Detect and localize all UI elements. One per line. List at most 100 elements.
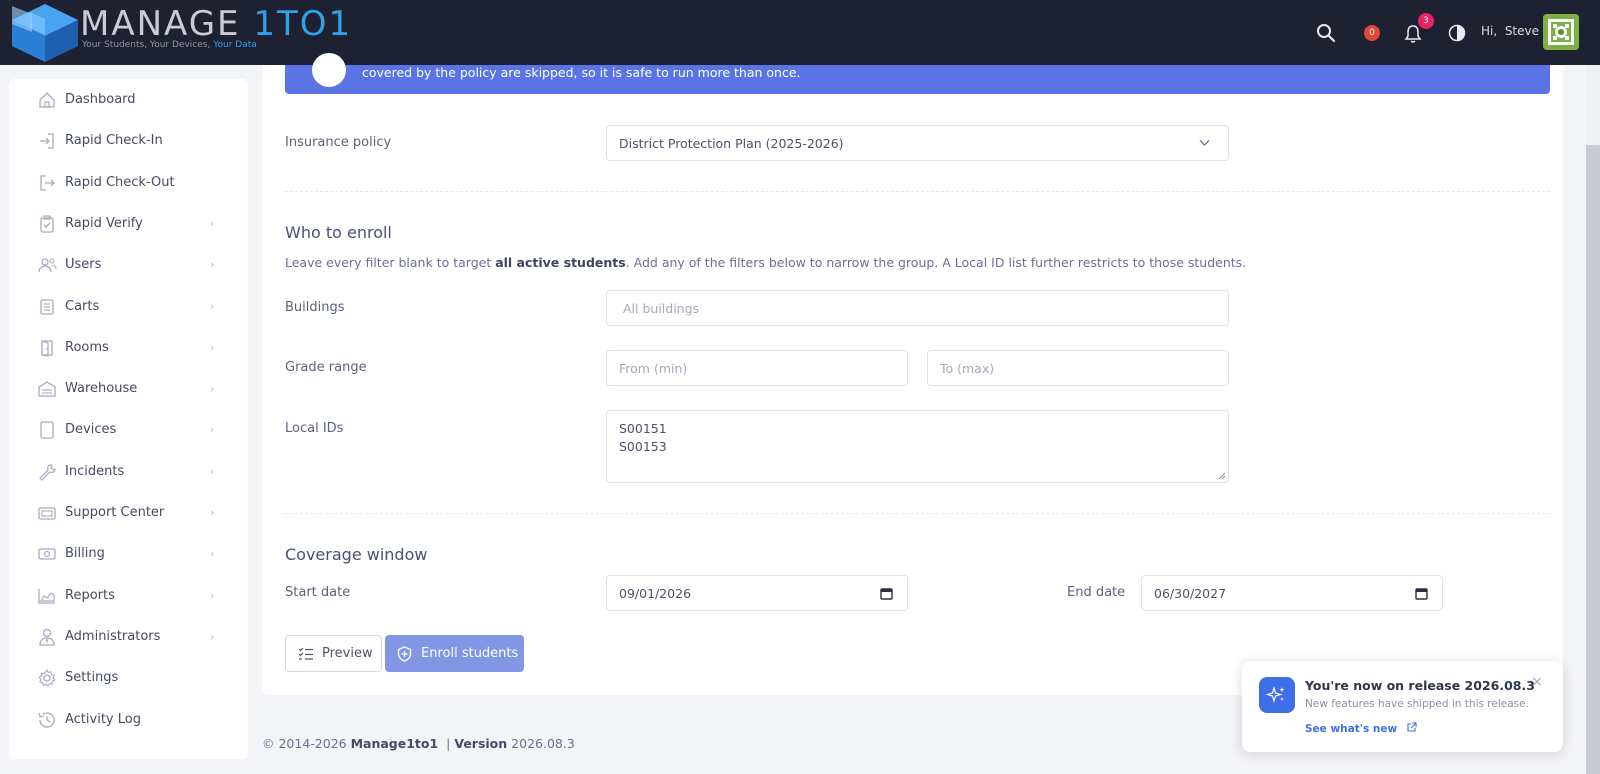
coverage-window-title: Coverage window [285, 545, 428, 564]
wrench-icon [39, 464, 56, 481]
door-icon [41, 340, 53, 357]
sidebar-item-settings[interactable]: Settings [9, 658, 248, 698]
sidebar-item-label: Rapid Verify [65, 215, 143, 231]
clipboard-check-icon [40, 215, 54, 233]
chevron-right-icon: › [210, 547, 215, 561]
grade-max-input[interactable]: To (max) [927, 350, 1229, 386]
sidebar-item-rapid-check-out[interactable]: Rapid Check-Out [9, 163, 248, 203]
start-date-label: Start date [285, 585, 351, 600]
avatar[interactable] [1543, 14, 1579, 50]
footer: © 2014-2026 Manage1to1 | Version 2026.08… [262, 736, 575, 751]
grade-min-placeholder: From (min) [619, 360, 688, 376]
buildings-placeholder: All buildings [623, 300, 700, 316]
see-whats-new-label: See what's new [1305, 723, 1398, 735]
user-tie-icon [39, 628, 55, 646]
logo[interactable]: MANAGE 1TO1 Your Students, Your Devices,… [10, 2, 350, 62]
sidebar-item-users[interactable]: Users › [9, 245, 248, 285]
grade-min-input[interactable]: From (min) [606, 350, 908, 386]
sidebar-item-rapid-check-in[interactable]: Rapid Check-In [9, 121, 248, 161]
tagline-main: Your Students, Your Devices, [82, 40, 214, 50]
sidebar-item-warehouse[interactable]: Warehouse › [9, 369, 248, 409]
brand-name: MANAGE 1TO1 [80, 4, 352, 44]
local-ids-textarea[interactable]: S00151 S00153 [606, 410, 1229, 483]
sidebar-item-label: Devices [65, 422, 117, 438]
sidebar-item-label: Rooms [65, 339, 109, 355]
insurance-policy-label: Insurance policy [285, 135, 392, 150]
sidebar-item-label: Users [65, 257, 102, 273]
theme-toggle-icon[interactable] [1448, 24, 1466, 42]
sidebar-item-support-center[interactable]: Support Center › [9, 493, 248, 533]
footer-company[interactable]: Manage1to1 [351, 736, 439, 751]
top-navbar: MANAGE 1TO1 Your Students, Your Devices,… [0, 0, 1600, 65]
release-toast: You're now on release 2026.08.3 New feat… [1242, 661, 1563, 752]
tagline-accent: Your Data [213, 40, 257, 50]
end-date-input[interactable]: 06/30/2027 [1141, 575, 1443, 611]
chevron-down-icon [1199, 140, 1210, 146]
chevron-right-icon: › [210, 299, 215, 313]
buildings-input[interactable]: All buildings [606, 290, 1229, 326]
bell-icon[interactable] [1404, 24, 1422, 44]
who-to-enroll-title: Who to enroll [285, 223, 392, 242]
sidebar-item-label: Incidents [65, 463, 125, 479]
grade-max-placeholder: To (max) [940, 360, 995, 376]
insurance-policy-select[interactable]: District Protection Plan (2025-2026) [606, 125, 1229, 161]
sidebar-item-activity-log[interactable]: Activity Log [9, 700, 248, 740]
greeting-prefix: Hi, [1481, 24, 1498, 38]
sidebar-item-carts[interactable]: Carts › [9, 287, 248, 327]
start-date-input[interactable]: 09/01/2026 [606, 575, 908, 611]
close-icon[interactable]: × [1531, 674, 1543, 690]
enroll-students-button[interactable]: Enroll students [385, 635, 524, 672]
buildings-label: Buildings [285, 300, 345, 315]
user-greeting[interactable]: Hi, Steve [1481, 24, 1539, 38]
sidebar-item-rooms[interactable]: Rooms › [9, 328, 248, 368]
sidebar-item-incidents[interactable]: Incidents › [9, 452, 248, 492]
footer-separator: | [438, 736, 455, 751]
sidebar-item-label: Billing [65, 546, 105, 562]
external-link-icon [1407, 722, 1417, 732]
sidebar-item-dashboard[interactable]: Dashboard [9, 80, 248, 120]
see-whats-new-link[interactable]: See what's new [1305, 722, 1417, 735]
chevron-right-icon: › [210, 258, 215, 272]
sidebar-item-rapid-verify[interactable]: Rapid Verify › [9, 204, 248, 244]
sidebar-item-administrators[interactable]: Administrators › [9, 617, 248, 657]
warehouse-icon [38, 381, 56, 397]
sidebar-item-label: Administrators [65, 628, 161, 644]
section-divider [285, 513, 1550, 514]
sidebar-item-label: Carts [65, 298, 100, 314]
sidebar-item-label: Settings [65, 670, 119, 686]
info-banner: covered by the policy are skipped, so it… [285, 53, 1550, 94]
chevron-right-icon: › [210, 464, 215, 478]
toast-subtitle: New features have shipped in this releas… [1305, 698, 1529, 710]
sidebar-item-reports[interactable]: Reports › [9, 576, 248, 616]
sidebar-item-label: Warehouse [65, 381, 138, 397]
preview-label: Preview [322, 646, 373, 661]
sidebar-item-label: Support Center [65, 505, 165, 520]
cart-icon [40, 298, 54, 315]
enroll-help-text: Leave every filter blank to target all a… [285, 255, 1246, 270]
user-name: Steve [1504, 24, 1540, 38]
toast-title: You're now on release 2026.08.3 [1305, 678, 1535, 693]
sidebar-item-devices[interactable]: Devices › [9, 410, 248, 450]
calendar-icon[interactable] [1415, 587, 1428, 600]
list-check-icon [298, 647, 313, 660]
sidebar-item-label: Reports [65, 587, 115, 603]
scrollbar-thumb[interactable] [1586, 145, 1600, 774]
preview-button[interactable]: Preview [285, 635, 382, 672]
local-ids-value: S00151 S00153 [619, 421, 667, 454]
footer-version-label: Version [454, 736, 508, 751]
sidebar-item-billing[interactable]: Billing › [9, 534, 248, 574]
chevron-right-icon: › [210, 588, 215, 602]
enroll-help-part-1: Leave every filter blank to target [285, 255, 496, 270]
cart-count-badge[interactable]: 0 [1364, 25, 1380, 41]
enroll-help-bold: all active students [495, 255, 626, 270]
brand-main: MANAGE [80, 4, 254, 44]
history-icon [38, 711, 55, 728]
brand-accent: 1TO1 [253, 4, 353, 44]
cube-logo-icon [12, 4, 78, 62]
resize-handle-icon[interactable] [1218, 472, 1226, 480]
enroll-students-label: Enroll students [421, 646, 519, 661]
sidebar-item-label: Rapid Check-In [65, 133, 163, 149]
search-icon[interactable] [1316, 23, 1336, 43]
calendar-icon[interactable] [880, 587, 893, 600]
home-icon [39, 92, 55, 108]
